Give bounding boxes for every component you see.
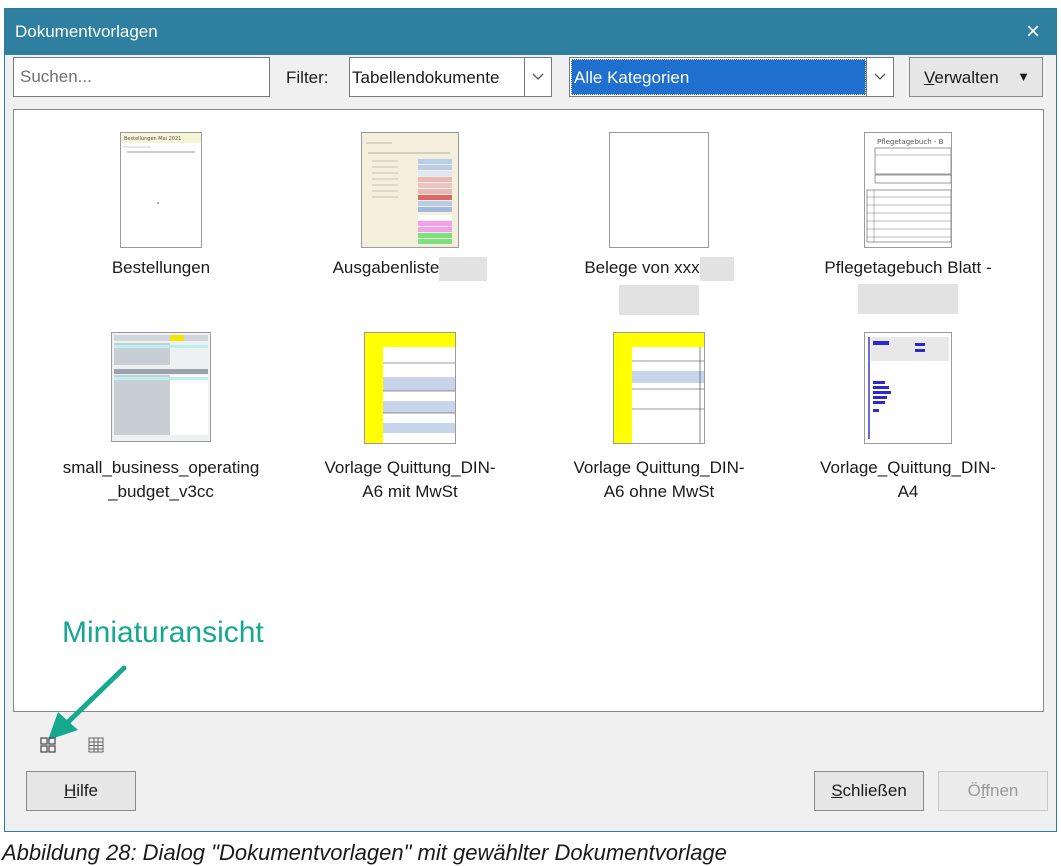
template-item[interactable]: Vorlage_Quittung_DIN- A4 xyxy=(788,318,1028,508)
template-label: Vorlage Quittung_DIN- A6 ohne MwSt xyxy=(573,458,745,501)
close-icon[interactable]: × xyxy=(1016,15,1050,49)
template-label: Ausgabenliste xyxy=(290,256,530,281)
template-thumbnail xyxy=(111,332,211,442)
template-item[interactable]: Pflegetagebuch - B Pflegetagebuch Blatt … xyxy=(788,118,1028,314)
template-item[interactable]: Vorlage Quittung_DIN- A6 ohne MwSt xyxy=(539,318,779,508)
close-button[interactable]: Schließen xyxy=(814,771,924,811)
svg-text:Pflegetagebuch - B: Pflegetagebuch - B xyxy=(877,138,944,146)
list-view-button[interactable] xyxy=(86,735,110,759)
thumbnail-view-button[interactable] xyxy=(38,735,62,759)
template-label: small_business_operating _budget_v3cc xyxy=(62,458,260,501)
template-item[interactable]: Belege von xxx xyxy=(539,118,779,315)
template-item[interactable]: Vorlage Quittung_DIN- A6 mit MwSt xyxy=(290,318,530,508)
template-item[interactable]: Bestellungen Mai 2021 Bestellungen xyxy=(41,118,281,308)
template-label: Belege von xxx xyxy=(539,256,779,315)
manage-label: Verwalten xyxy=(924,68,999,87)
dialog-title: Dokumentvorlagen xyxy=(15,22,158,41)
search-input[interactable] xyxy=(13,57,270,97)
redacted-block xyxy=(439,256,488,281)
template-thumbnail: Pflegetagebuch - B xyxy=(864,132,952,248)
chevron-down-icon[interactable] xyxy=(866,58,893,96)
template-label: Pflegetagebuch Blatt - xyxy=(788,256,1028,314)
redacted-block xyxy=(858,284,958,314)
title-bar: Dokumentvorlagen × xyxy=(5,9,1056,55)
figure-caption: Abbildung 28: Dialog "Dokumentvorlagen" … xyxy=(2,840,727,865)
svg-text:Bestellungen Mai 2021: Bestellungen Mai 2021 xyxy=(124,136,181,142)
thumbnail-view-icon xyxy=(40,737,56,753)
template-thumbnail: Bestellungen Mai 2021 xyxy=(120,132,202,248)
template-thumbnail xyxy=(864,332,952,444)
document-type-value: Tabellendokumente xyxy=(352,68,500,87)
annotation-label: Miniaturansicht xyxy=(62,616,264,649)
category-select[interactable]: Alle Kategorien xyxy=(569,57,894,97)
filter-label: Filter: xyxy=(286,68,329,87)
template-item[interactable]: Ausgabenliste xyxy=(290,118,530,308)
template-label: Vorlage_Quittung_DIN- A4 xyxy=(820,458,996,501)
redacted-block xyxy=(619,284,699,315)
annotation-arrow-icon xyxy=(48,665,127,740)
template-item[interactable]: small_business_operating _budget_v3cc xyxy=(41,318,281,508)
template-thumbnail xyxy=(364,332,456,444)
template-label: Bestellungen xyxy=(111,258,211,277)
redacted-block xyxy=(699,256,734,281)
document-type-select[interactable]: Tabellendokumente xyxy=(349,57,552,97)
manage-button[interactable]: Verwalten ▼ xyxy=(909,57,1043,97)
template-thumbnail xyxy=(361,132,459,248)
template-thumbnail xyxy=(609,132,709,248)
help-button[interactable]: Hilfe xyxy=(26,771,136,811)
category-value: Alle Kategorien xyxy=(574,68,690,87)
template-label: Vorlage Quittung_DIN- A6 mit MwSt xyxy=(324,458,496,501)
template-thumbnail xyxy=(613,332,705,444)
open-button[interactable]: Öffnen xyxy=(938,771,1048,811)
chevron-down-icon[interactable] xyxy=(524,58,551,96)
caret-down-icon: ▼ xyxy=(1017,69,1030,84)
list-view-icon xyxy=(88,737,104,753)
